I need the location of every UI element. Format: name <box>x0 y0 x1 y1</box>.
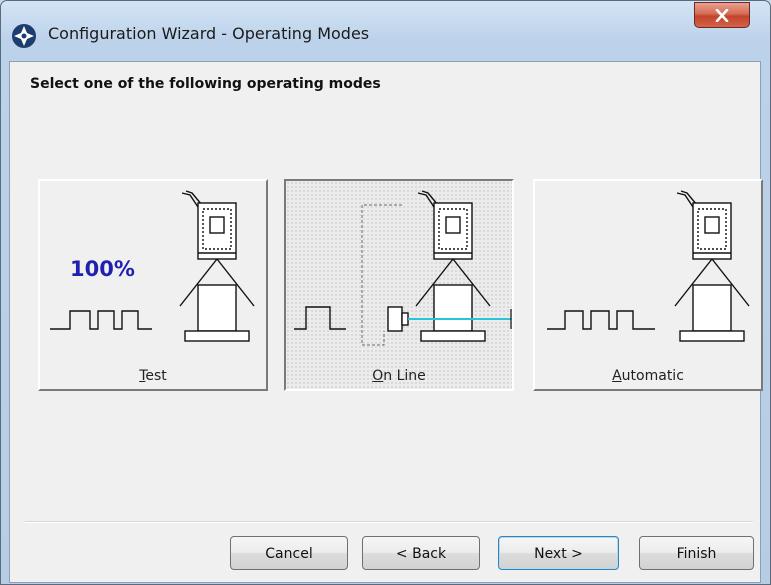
mode-test-label: Test <box>139 368 167 384</box>
close-icon <box>715 9 729 22</box>
back-button[interactable]: < Back <box>362 536 480 570</box>
crosshair-globe-icon <box>12 24 36 48</box>
page-heading: Select one of the following operating mo… <box>30 76 381 92</box>
test-mode-illustration <box>50 190 255 342</box>
mode-online-label: On Line <box>372 368 426 384</box>
window-title: Configuration Wizard - Operating Modes <box>48 24 370 43</box>
pulse-train <box>50 310 152 330</box>
mode-online-button[interactable]: On Line <box>284 179 514 391</box>
scanner-icon <box>674 190 750 342</box>
online-mode-illustration <box>294 190 512 346</box>
mode-automatic-label: Automatic <box>612 368 684 384</box>
title-bar[interactable]: Configuration Wizard - Operating Modes <box>1 1 770 61</box>
pulse-train <box>547 310 655 330</box>
wizard-window: Configuration Wizard - Operating Modes S… <box>0 0 771 585</box>
photocell-sensor <box>387 306 409 332</box>
pulse-signal <box>294 306 346 330</box>
close-button[interactable] <box>694 2 750 28</box>
scanner-icon <box>179 190 255 342</box>
mode-automatic-button[interactable]: Automatic <box>533 179 763 391</box>
mode-test-button[interactable]: 100% Test <box>38 179 268 391</box>
automatic-mode-illustration <box>547 190 750 342</box>
test-percent-badge: 100% <box>70 257 135 281</box>
footer-divider <box>25 521 753 523</box>
cancel-button[interactable]: Cancel <box>230 536 348 570</box>
finish-button[interactable]: Finish <box>639 536 754 570</box>
next-button[interactable]: Next > <box>498 536 619 570</box>
